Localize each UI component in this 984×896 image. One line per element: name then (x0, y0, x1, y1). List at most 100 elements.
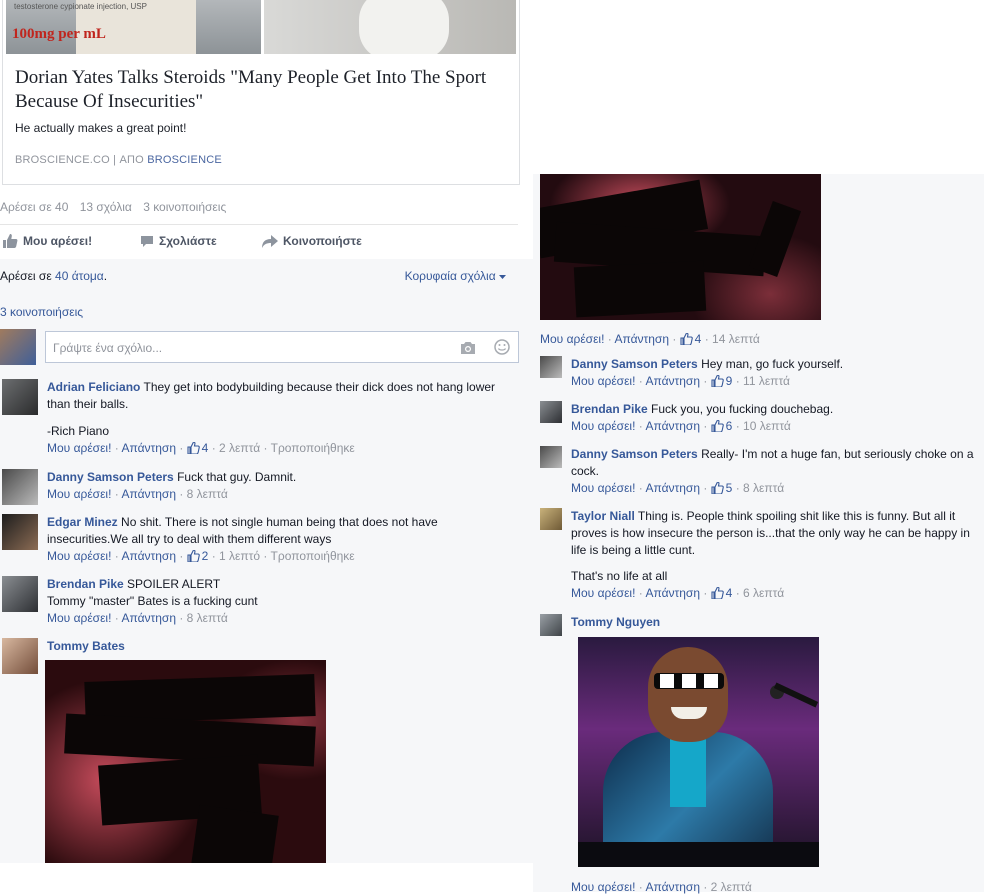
comment-author[interactable]: Danny Samson Peters (571, 447, 698, 461)
comment-time[interactable]: 8 λεπτά (743, 481, 784, 495)
comment-like-link[interactable]: Μου αρέσει! (47, 549, 111, 563)
comment-meta: Μου αρέσει! · Απάντηση · 4 · 14 λεπτά (540, 332, 760, 346)
comment-meta: Μου αρέσει! · Απάντηση · 2 λεπτά (571, 879, 831, 896)
redaction-scribble (573, 260, 707, 318)
source-author-link[interactable]: BROSCIENCE (147, 154, 222, 166)
comment-reply-link[interactable]: Απάντηση (121, 611, 176, 625)
comment-text-extra: Tommy "master" Bates is a fucking cunt (47, 594, 258, 608)
comment-like-link[interactable]: Μου αρέσει! (571, 374, 635, 388)
like-button[interactable]: Μου αρέσει! (2, 234, 92, 248)
comment-reply-link[interactable]: Απάντηση (121, 441, 176, 455)
comment-time[interactable]: 11 λεπτά (743, 374, 790, 388)
comment-like-link[interactable]: Μου αρέσει! (47, 611, 111, 625)
meta-sep: · (111, 549, 122, 563)
comment-like-link[interactable]: Μου αρέσει! (571, 481, 635, 495)
avatar[interactable] (2, 379, 38, 415)
comment-reply-link[interactable]: Απάντηση (645, 374, 700, 388)
comment-reply-link[interactable]: Απάντηση (121, 487, 176, 501)
comment-author[interactable]: Brendan Pike (47, 577, 124, 591)
comment-time[interactable]: 8 λεπτά (187, 487, 228, 501)
comment-text-extra: That's no life at all (571, 569, 668, 583)
comment-like-link[interactable]: Μου αρέσει! (571, 419, 635, 433)
avatar[interactable] (540, 356, 562, 378)
comment-author[interactable]: Taylor Niall (571, 509, 635, 523)
top-comments-dropdown[interactable]: Κορυφαία σχόλια (405, 269, 506, 283)
comment-author[interactable]: Adrian Feliciano (47, 380, 140, 394)
comment-reply-link[interactable]: Απάντηση (645, 481, 700, 495)
meta-sep: · (111, 441, 122, 455)
link-preview-image[interactable]: testosterone cypionate injection, USP 10… (6, 0, 516, 54)
comment-author[interactable]: Tommy Nguyen (571, 615, 660, 629)
comment-time[interactable]: 10 λεπτά (743, 419, 791, 433)
comment-button[interactable]: Σχολιάστε (140, 234, 217, 248)
emoji-icon[interactable] (494, 339, 510, 355)
comment-author[interactable]: Danny Samson Peters (47, 470, 174, 484)
shares-count[interactable]: 3 κοινοποιήσεις (143, 200, 226, 214)
comment-meta: Μου αρέσει! · Απάντηση · 4 · 2 λεπτά · Τ… (47, 440, 507, 457)
avatar[interactable] (2, 576, 38, 612)
comment-body: Adrian Feliciano They get into bodybuild… (47, 379, 507, 457)
avatar[interactable] (2, 469, 38, 505)
meta-sep: · (111, 487, 122, 501)
comment-body: Edgar Minez No shit. There is not single… (47, 514, 507, 565)
link-preview-card[interactable]: testosterone cypionate injection, USP 10… (2, 0, 520, 185)
comment-attached-image-redacted[interactable] (540, 174, 821, 320)
comment-input[interactable]: Γράψτε ένα σχόλιο... (45, 331, 519, 363)
like-button-label: Μου αρέσει! (23, 234, 93, 248)
meta-sep: · (700, 419, 711, 433)
likes-count[interactable]: Αρέσει σε 40 (0, 200, 68, 214)
comment-reply-link[interactable]: Απάντηση (645, 586, 700, 600)
right-comments-panel: Μου αρέσει! · Απάντηση · 4 · 14 λεπτά Da… (533, 0, 984, 894)
meta-sep: · (111, 611, 122, 625)
comment-time[interactable]: 6 λεπτά (743, 586, 784, 600)
avatar[interactable] (540, 446, 562, 468)
comment-time[interactable]: 8 λεπτά (187, 611, 228, 625)
avatar[interactable] (540, 508, 562, 530)
comment-attached-image-redacted[interactable] (45, 660, 326, 863)
comment-edited[interactable]: Τροποποιήθηκε (271, 441, 355, 455)
like-thumb-icon (187, 550, 200, 562)
comment-author[interactable]: Danny Samson Peters (571, 357, 698, 371)
avatar[interactable] (540, 614, 562, 636)
like-thumb-icon (680, 333, 693, 345)
link-title[interactable]: Dorian Yates Talks Steroids "Many People… (15, 66, 510, 114)
comment-reply-link[interactable]: Απάντηση (645, 419, 700, 433)
comment-like-link[interactable]: Μου αρέσει! (571, 586, 635, 600)
comment-like-link[interactable]: Μου αρέσει! (47, 487, 111, 501)
comment-like-link[interactable]: Μου αρέσει! (540, 332, 604, 346)
comment-body: Brendan Pike Fuck you, you fucking douch… (571, 401, 981, 435)
meta-sep: · (208, 441, 220, 455)
like-thumb-icon (711, 375, 724, 387)
comment-author[interactable]: Brendan Pike (571, 402, 648, 416)
comment-attached-photo[interactable] (578, 637, 819, 867)
comment-author[interactable]: Edgar Minez (47, 515, 118, 529)
meta-sep: · (635, 481, 646, 495)
comment-time[interactable]: 14 λεπτά (712, 332, 760, 346)
comment-edited[interactable]: Τροποποιήθηκε (271, 549, 355, 563)
avatar[interactable] (2, 514, 38, 550)
link-description: He actually makes a great point! (15, 121, 187, 135)
meta-sep: · (700, 481, 711, 495)
comment-author[interactable]: Tommy Bates (47, 639, 125, 653)
shares-link[interactable]: 3 κοινοποιήσεις (0, 305, 83, 319)
share-button[interactable]: Κοινοποιήστε (262, 234, 362, 248)
comment-text: Fuck that guy. Damnit. (177, 470, 297, 484)
avatar[interactable] (2, 638, 38, 674)
comment-time[interactable]: 1 λεπτό (219, 549, 260, 563)
avatar[interactable] (540, 401, 562, 423)
meta-sep: · (260, 441, 271, 455)
camera-icon[interactable] (460, 341, 476, 354)
comment-body: Tommy Nguyen (571, 614, 981, 631)
comment-like-link[interactable]: Μου αρέσει! (47, 441, 111, 455)
comments-count[interactable]: 13 σχόλια (80, 200, 132, 214)
comment-reply-link[interactable]: Απάντηση (614, 332, 669, 346)
comment-time[interactable]: 2 λεπτά (219, 441, 260, 455)
meta-sep: · (732, 481, 744, 495)
qr-code-overlay (682, 674, 696, 688)
comment-reply-link[interactable]: Απάντηση (121, 549, 176, 563)
likes-people-link[interactable]: 40 άτομα (55, 269, 104, 283)
photo-piano (578, 842, 819, 867)
comment-meta: Μου αρέσει! · Απάντηση · 2 · 1 λεπτό · Τ… (47, 548, 507, 565)
comment-body: Danny Samson Peters Fuck that guy. Damni… (47, 469, 507, 503)
avatar[interactable] (0, 329, 36, 365)
